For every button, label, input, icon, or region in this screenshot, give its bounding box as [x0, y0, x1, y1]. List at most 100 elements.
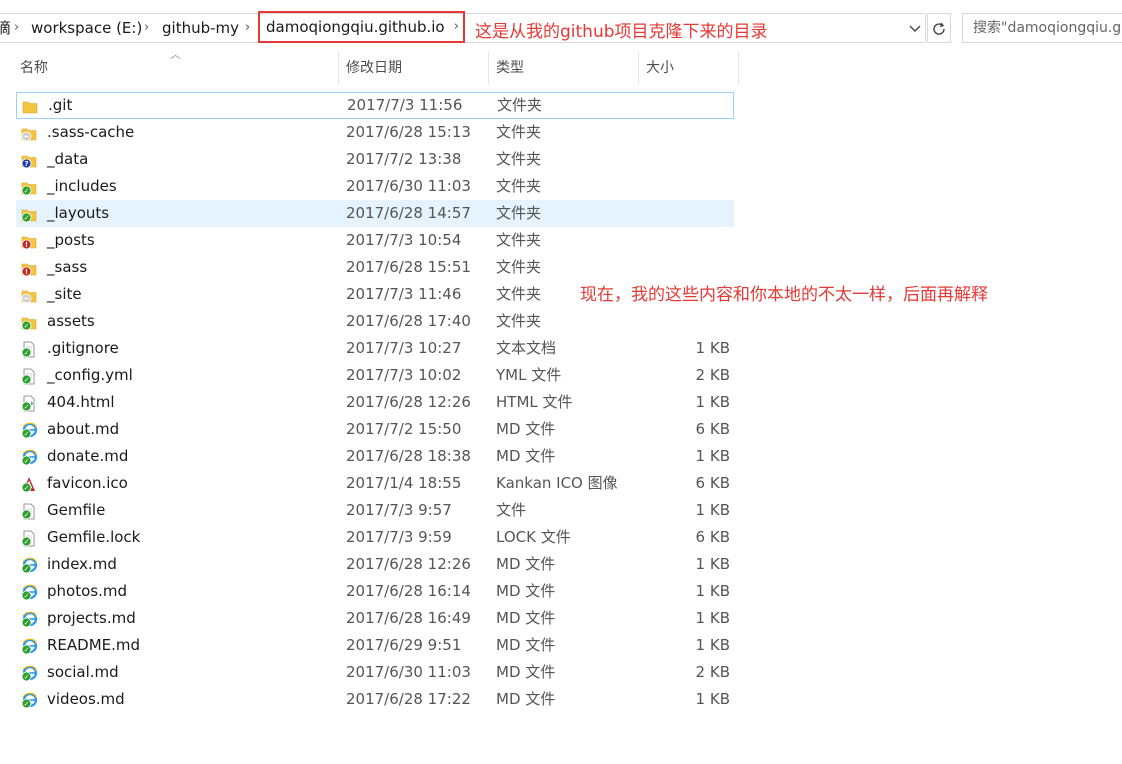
file-row[interactable]: ✓ _config.yml 2017/7/3 10:02 YML 文件 2 KB	[16, 362, 734, 389]
breadcrumb-workspace[interactable]: workspace (E:)	[31, 14, 142, 42]
svg-text:!: !	[25, 268, 28, 276]
file-size: 1 KB	[695, 555, 730, 573]
file-type: Kankan ICO 图像	[496, 474, 618, 492]
file-name: assets	[47, 312, 95, 330]
file-row[interactable]: ✓ index.md 2017/6/28 12:26 MD 文件 1 KB	[16, 551, 734, 578]
file-row[interactable]: ✓ photos.md 2017/6/28 16:14 MD 文件 1 KB	[16, 578, 734, 605]
file-size: 1 KB	[695, 690, 730, 708]
file-name: .sass-cache	[47, 123, 135, 141]
file-type: MD 文件	[496, 582, 556, 600]
column-divider[interactable]	[338, 52, 339, 84]
column-divider[interactable]	[738, 52, 739, 84]
file-modified-date: 2017/7/3 11:46	[346, 285, 462, 303]
svg-text:!: !	[25, 241, 28, 249]
folder-modified-icon: !	[21, 259, 37, 277]
ie-file-icon: ✓	[21, 610, 38, 628]
breadcrumb-current-folder[interactable]: damoqiongqiu.github.io ›	[258, 11, 465, 43]
file-row[interactable]: ✓ favicon.ico 2017/1/4 18:55 Kankan ICO 图像 6…	[16, 470, 734, 497]
breadcrumb-separator-icon[interactable]: ›	[454, 13, 459, 41]
file-modified-date: 2017/6/28 14:57	[346, 204, 471, 222]
file-row[interactable]: ✓ _includes 2017/6/30 11:03 文件夹	[16, 173, 734, 200]
file-row[interactable]: ✓ _layouts 2017/6/28 14:57 文件夹	[16, 200, 734, 227]
file-modified-date: 2017/6/28 17:22	[346, 690, 471, 708]
file-list: .git 2017/7/3 11:56 文件夹 .sass-cache 2017/6/2…	[16, 92, 734, 713]
file-row[interactable]: ✓ social.md 2017/6/30 11:03 MD 文件 2 KB	[16, 659, 734, 686]
file-type: 文件	[496, 501, 527, 519]
svg-text:✓: ✓	[24, 484, 30, 492]
file-name: _sass	[47, 258, 88, 276]
file-row[interactable]: ! _posts 2017/7/3 10:54 文件夹	[16, 227, 734, 254]
file-type: MD 文件	[496, 555, 556, 573]
file-row[interactable]: _site 2017/7/3 11:46 文件夹	[16, 281, 734, 308]
column-header-name[interactable]: 名称	[20, 50, 48, 86]
breadcrumb-root[interactable]: 滴	[0, 14, 11, 42]
file-type: MD 文件	[496, 636, 556, 654]
svg-text:✓: ✓	[24, 430, 30, 438]
file-modified-date: 2017/7/2 13:38	[346, 150, 462, 168]
file-type: 文本文档	[496, 339, 557, 357]
file-size: 1 KB	[695, 501, 730, 519]
column-header-type[interactable]: 类型	[496, 50, 524, 86]
breadcrumb-separator-icon[interactable]: ›	[14, 14, 19, 42]
file-type: 文件夹	[496, 258, 542, 276]
svg-text:✓: ✓	[24, 187, 30, 195]
ie-file-icon: ✓	[21, 421, 38, 439]
file-row[interactable]: ✓ projects.md 2017/6/28 16:49 MD 文件 1 KB	[16, 605, 734, 632]
file-row[interactable]: ✓ assets 2017/6/28 17:40 文件夹	[16, 308, 734, 335]
file-modified-date: 2017/1/4 18:55	[346, 474, 462, 492]
file-row[interactable]: .git 2017/7/3 11:56 文件夹	[16, 92, 734, 119]
file-modified-date: 2017/6/28 16:49	[346, 609, 471, 627]
file-row[interactable]: ✓ about.md 2017/7/2 15:50 MD 文件 6 KB	[16, 416, 734, 443]
breadcrumb-separator-icon[interactable]: ›	[245, 14, 250, 42]
file-row[interactable]: ✓ Gemfile.lock 2017/7/3 9:59 LOCK 文件 6 KB	[16, 524, 734, 551]
file-name: _data	[47, 150, 89, 168]
file-row[interactable]: ✓ videos.md 2017/6/28 17:22 MD 文件 1 KB	[16, 686, 734, 713]
file-name: videos.md	[47, 690, 125, 708]
address-bar[interactable]: 滴 › workspace (E:) › github-my › damoqio…	[0, 11, 926, 43]
file-modified-date: 2017/6/28 12:26	[346, 555, 471, 573]
breadcrumb-github-my[interactable]: github-my	[162, 14, 239, 42]
folder-icon	[22, 97, 38, 114]
ie-file-icon: ✓	[21, 637, 38, 655]
file-type: 文件夹	[496, 150, 542, 168]
file-row[interactable]: ✓ .gitignore 2017/7/3 10:27 文本文档 1 KB	[16, 335, 734, 362]
folder-modified-icon: !	[21, 232, 37, 250]
breadcrumb-current-label: damoqiongqiu.github.io	[266, 18, 445, 36]
file-type: 文件夹	[496, 312, 542, 330]
file-modified-date: 2017/6/29 9:51	[346, 636, 462, 654]
file-modified-date: 2017/7/3 10:02	[346, 366, 462, 384]
file-modified-date: 2017/6/28 15:51	[346, 258, 471, 276]
file-size: 1 KB	[695, 609, 730, 627]
refresh-icon	[933, 22, 945, 35]
folder-ignored-icon	[21, 124, 37, 142]
file-row[interactable]: ✓ donate.md 2017/6/28 18:38 MD 文件 1 KB	[16, 443, 734, 470]
file-row[interactable]: ! _sass 2017/6/28 15:51 文件夹	[16, 254, 734, 281]
column-header-size[interactable]: 大小	[646, 50, 674, 86]
file-row[interactable]: ✓ README.md 2017/6/29 9:51 MD 文件 1 KB	[16, 632, 734, 659]
file-size: 6 KB	[695, 474, 730, 492]
file-modified-date: 2017/6/30 11:03	[346, 663, 471, 681]
svg-text:✓: ✓	[24, 457, 30, 465]
search-input[interactable]: 搜索"damoqiongqiu.gi	[962, 13, 1122, 43]
refresh-button[interactable]	[927, 13, 951, 43]
svg-text:?: ?	[24, 160, 28, 168]
file-name: about.md	[47, 420, 120, 438]
folder-ignored-icon	[21, 286, 37, 304]
file-type: MD 文件	[496, 663, 556, 681]
file-name: Gemfile.lock	[47, 528, 141, 546]
file-type: LOCK 文件	[496, 528, 571, 546]
html-file-icon: ✓	[21, 394, 37, 412]
breadcrumb-separator-icon[interactable]: ›	[144, 14, 149, 42]
text-file-icon: ✓	[21, 529, 37, 547]
file-type: 文件夹	[496, 177, 542, 195]
file-row[interactable]: ? _data 2017/7/2 13:38 文件夹	[16, 146, 734, 173]
file-row[interactable]: ✓ 404.html 2017/6/28 12:26 HTML 文件 1 KB	[16, 389, 734, 416]
annotation-top: 这是从我的github项目克隆下来的目录	[475, 22, 768, 42]
column-divider[interactable]	[638, 52, 639, 84]
address-history-button[interactable]	[904, 13, 926, 43]
file-row[interactable]: .sass-cache 2017/6/28 15:13 文件夹	[16, 119, 734, 146]
folder-normal-icon: ✓	[21, 178, 37, 196]
column-header-modified[interactable]: 修改日期	[346, 50, 402, 86]
file-row[interactable]: ✓ Gemfile 2017/7/3 9:57 文件 1 KB	[16, 497, 734, 524]
column-divider[interactable]	[488, 52, 489, 84]
